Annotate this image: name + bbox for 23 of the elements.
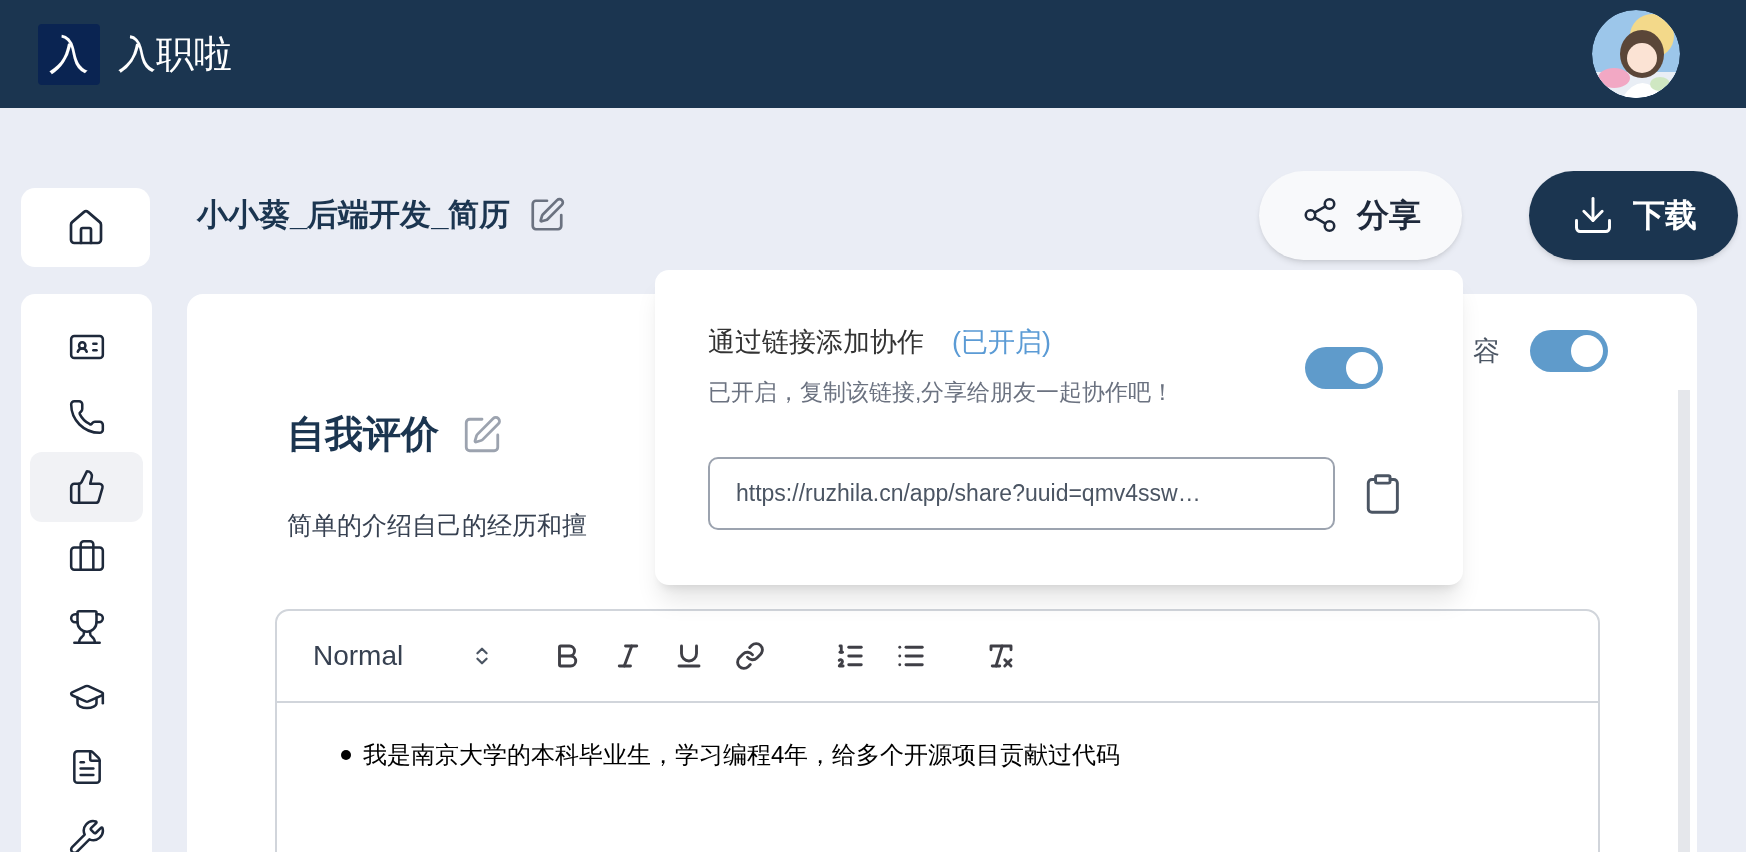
download-button[interactable]: 下载 — [1529, 170, 1738, 260]
edit-icon[interactable] — [528, 196, 567, 234]
sidebar-item[interactable] — [30, 452, 143, 522]
trophy-icon — [67, 608, 106, 646]
bullet-text: 我是南京大学的本科毕业生，学习编程4年，给多个开源项目贡献过代码 — [363, 739, 1121, 770]
thumbs-up-icon — [67, 468, 106, 506]
status-text: (已开启) — [952, 326, 1051, 359]
toggle-switch[interactable] — [1530, 330, 1608, 372]
section-heading: 自我评价 — [287, 412, 439, 457]
section-description: 简单的介绍自己的经历和擅 — [287, 510, 587, 541]
popover-title: 通过链接添加协作 — [708, 326, 924, 359]
toggle-label: 容 — [1473, 334, 1500, 368]
link-field[interactable]: https://ruzhila.cn/app/share?uuid=qmv4ssw… — [708, 457, 1336, 530]
app-name: 入职啦 — [118, 31, 232, 77]
popover-hint: 已开启，复制该链接,分享给朋友一起协作吧！ — [708, 377, 1175, 407]
share-button[interactable]: 分享 — [1259, 170, 1462, 260]
document-title: 小小葵_后端开发_简历 — [197, 195, 511, 234]
logo[interactable]: 入 — [38, 23, 100, 85]
phone-icon — [67, 398, 106, 436]
format-select[interactable]: Normal — [313, 634, 493, 677]
wrench-icon — [67, 818, 106, 852]
toggle-switch[interactable] — [1305, 347, 1383, 389]
link-icon — [735, 640, 765, 671]
